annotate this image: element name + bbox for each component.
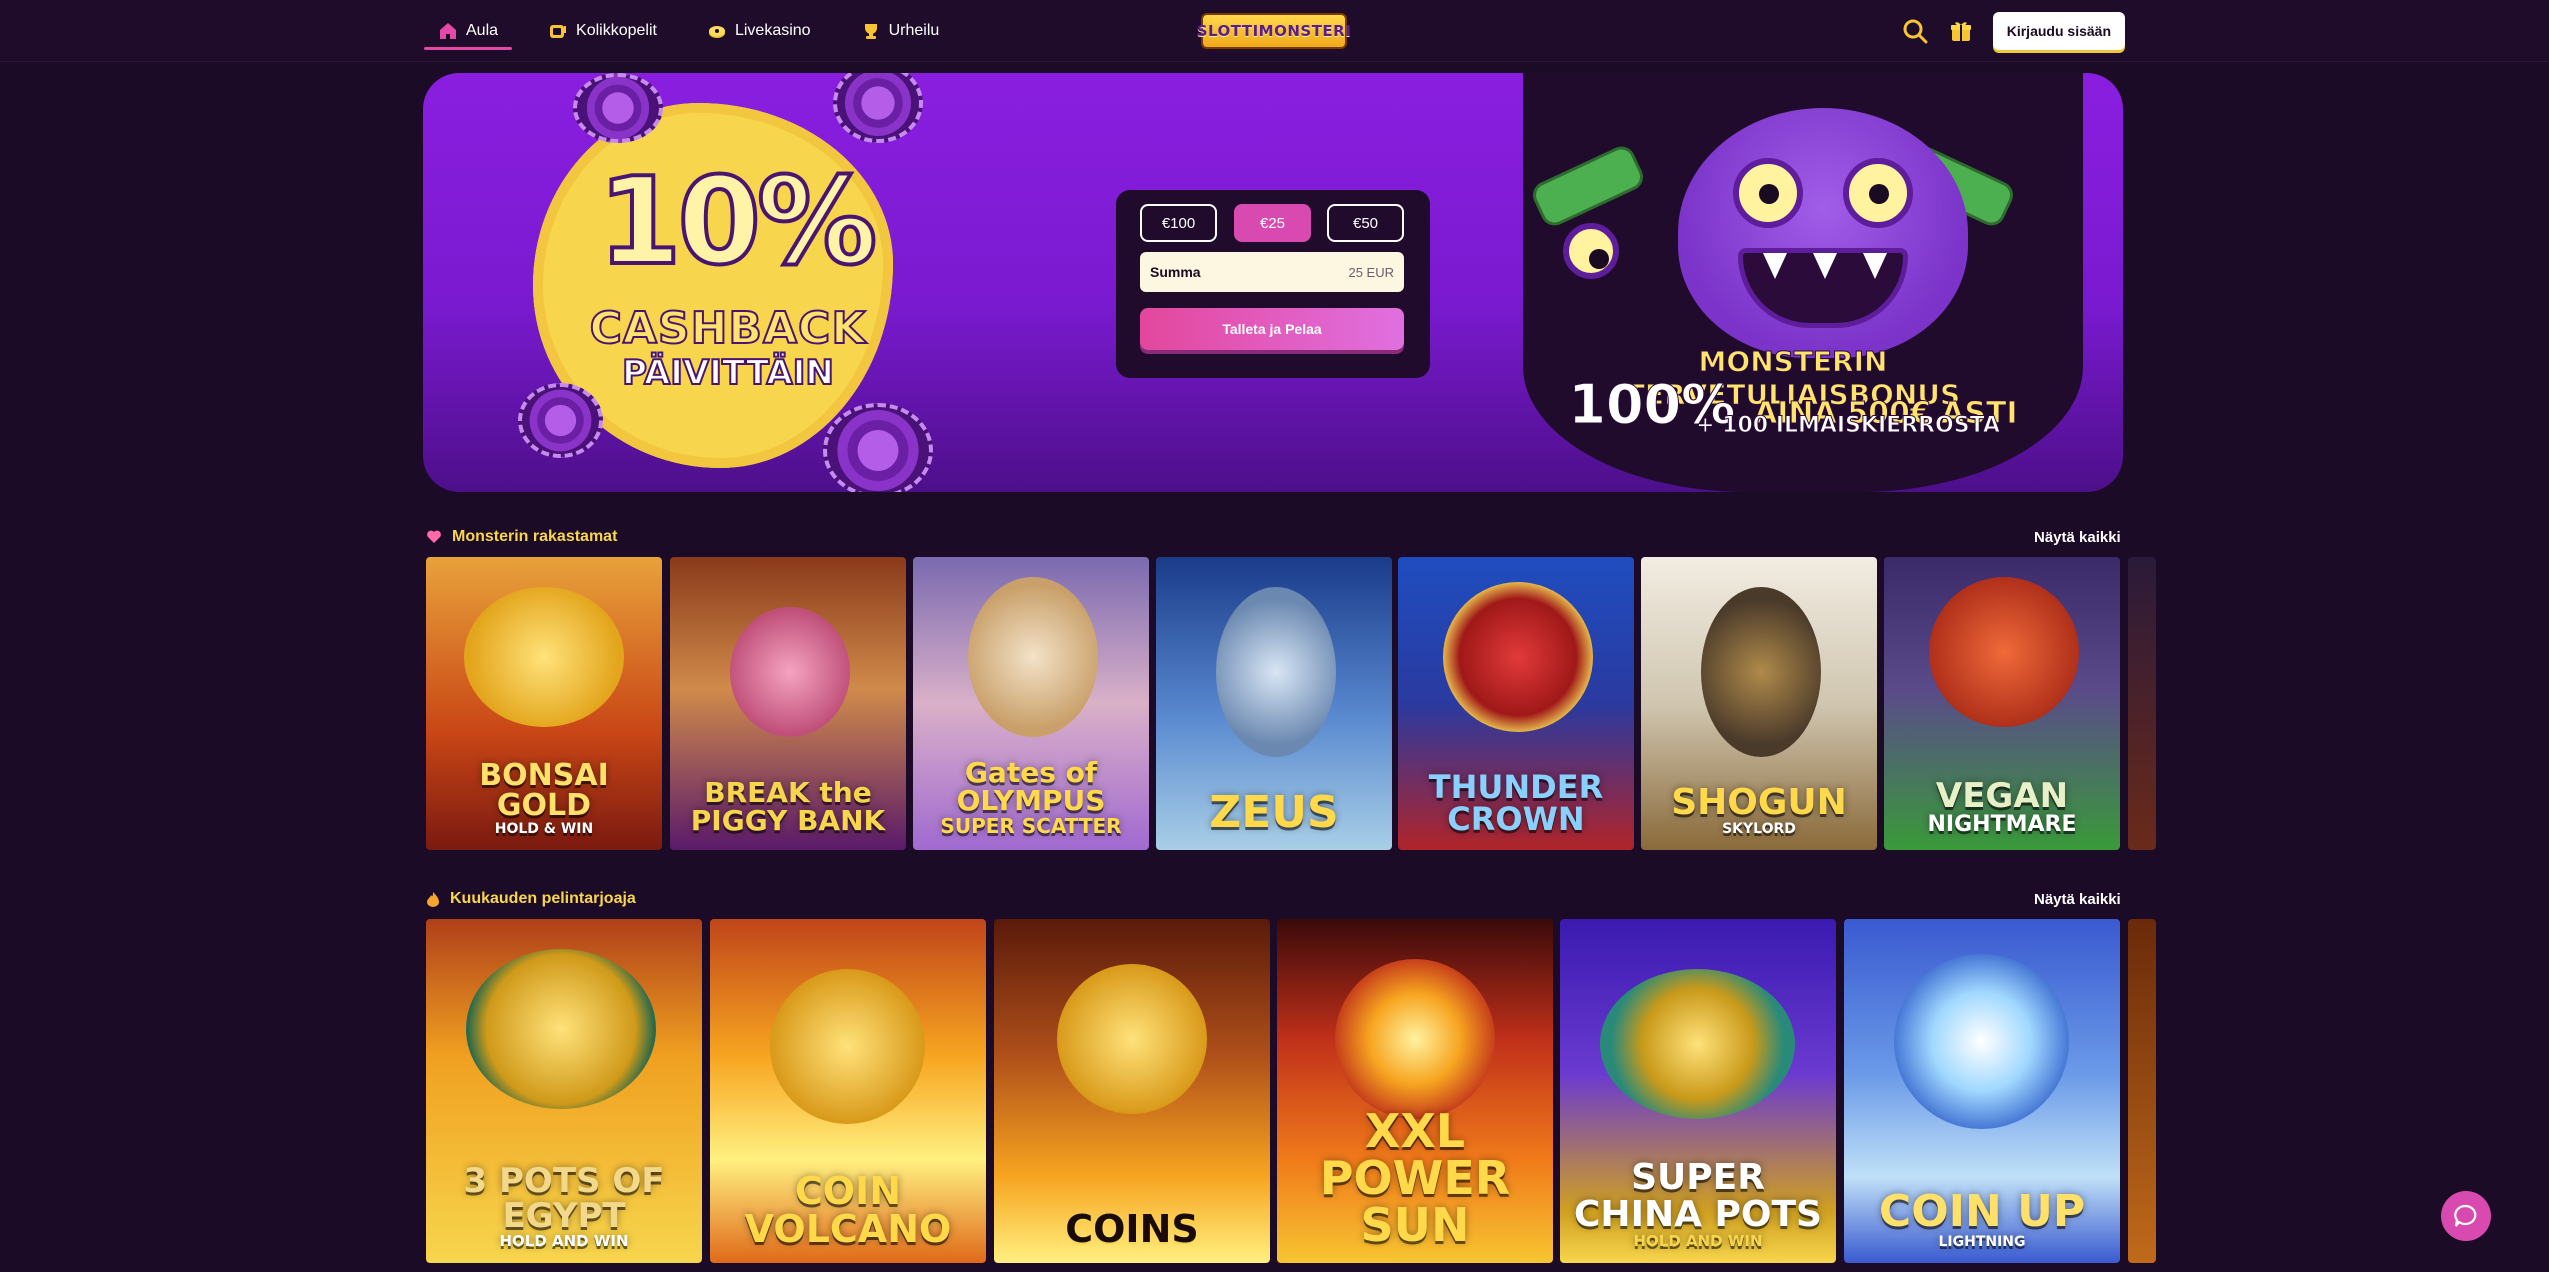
game-title: SHOGUN <box>1671 782 1847 824</box>
home-icon <box>440 23 456 39</box>
amount-input-value: 25 EUR <box>1348 264 1394 280</box>
main-nav: Aula Kolikkopelit Livekasino Urheilu <box>424 0 953 62</box>
game-tile[interactable]: COIN UP LIGHTNING <box>1844 919 2120 1263</box>
see-all-favorites-link[interactable]: Näytä kaikki <box>2034 529 2121 546</box>
monster-mascot <box>1678 108 1968 358</box>
quick-deposit-widget: €100 €25 €50 Summa 25 EUR Talleta ja Pel… <box>1116 190 1430 378</box>
coin-icon <box>1057 964 1207 1114</box>
section-title-favorites: Monsterin rakastamat <box>426 528 617 546</box>
coin-icon <box>770 969 925 1124</box>
game-tile[interactable]: 3 POTS OF EGYPT HOLD AND WIN <box>426 919 702 1263</box>
header-actions: Kirjaudu sisään <box>1901 0 2125 62</box>
game-art <box>1216 587 1336 757</box>
game-title: BREAK the PIGGY BANK <box>690 775 886 838</box>
game-tile-partial[interactable] <box>2128 557 2156 850</box>
game-subtitle: HOLD AND WIN <box>499 1231 629 1250</box>
game-art <box>1600 969 1795 1119</box>
game-title: Gates of OLYMPUS <box>956 755 1106 818</box>
sports-icon <box>864 24 877 39</box>
game-art <box>1701 587 1821 757</box>
game-art <box>466 949 656 1109</box>
monster-eye-icon <box>1843 158 1913 228</box>
login-button[interactable]: Kirjaudu sisään <box>1992 12 2125 50</box>
amount-option-50[interactable]: €50 <box>1327 204 1404 242</box>
monster-eye-icon <box>1563 223 1619 279</box>
search-button[interactable] <box>1901 17 1929 45</box>
nav-item-livekasino[interactable]: Livekasino <box>693 0 825 62</box>
game-title: BONSAI GOLD <box>479 757 609 824</box>
game-tile[interactable]: SUPER CHINA POTS HOLD AND WIN <box>1560 919 1836 1263</box>
monster-mouth <box>1738 248 1908 328</box>
amount-option-100[interactable]: €100 <box>1140 204 1217 242</box>
game-tile[interactable]: COINS <box>994 919 1270 1263</box>
game-tile[interactable]: Gates of OLYMPUS SUPER SCATTER <box>913 557 1149 850</box>
game-tile[interactable]: THUNDER CROWN <box>1398 557 1634 850</box>
game-art <box>968 577 1098 737</box>
casino-chip-icon <box>833 73 923 143</box>
game-subtitle: HOLD & WIN <box>494 820 594 837</box>
casino-chip-icon <box>823 403 933 492</box>
game-title: COIN UP <box>1878 1185 2086 1237</box>
see-all-provider-link[interactable]: Näytä kaikki <box>2034 891 2121 908</box>
nav-item-aula[interactable]: Aula <box>424 0 513 62</box>
top-header: Aula Kolikkopelit Livekasino Urheilu SLO… <box>0 0 2549 62</box>
game-subtitle: SKYLORD <box>1722 820 1796 837</box>
game-title: ZEUS <box>1209 787 1339 839</box>
amount-option-25[interactable]: €25 <box>1234 204 1311 242</box>
heart-icon <box>427 530 441 543</box>
game-title: VEGAN <box>1935 775 2069 816</box>
game-tile[interactable]: VEGAN NIGHTMARE <box>1884 557 2120 850</box>
hero-banner[interactable]: 10% CASHBACK PÄIVITTÄIN €100 €25 €50 Sum… <box>423 73 2123 492</box>
game-art <box>1929 577 2079 727</box>
game-art <box>1443 582 1593 732</box>
nav-item-kolikkopelit[interactable]: Kolikkopelit <box>534 0 671 62</box>
nav-item-label: Kolikkopelit <box>576 22 657 39</box>
gift-button[interactable] <box>1947 17 1975 45</box>
game-subtitle: HOLD AND WIN <box>1633 1231 1763 1250</box>
nav-item-urheilu[interactable]: Urheilu <box>847 0 954 62</box>
nav-item-label: Aula <box>466 22 499 39</box>
game-tile[interactable]: ZEUS <box>1156 557 1392 850</box>
casino-chip-icon <box>518 383 603 458</box>
live-casino-icon <box>708 26 725 38</box>
game-tile[interactable]: COIN VOLCANO <box>710 919 986 1263</box>
game-art <box>464 587 624 727</box>
game-tile[interactable]: XXL POWER SUN <box>1277 919 1553 1263</box>
cashback-title: CASHBACK <box>589 302 867 355</box>
search-icon <box>1903 19 1928 44</box>
site-logo[interactable]: SLOTTIMONSTERI <box>1197 13 1351 49</box>
game-title: COINS <box>1065 1207 1199 1252</box>
game-title: 3 POTS OF EGYPT <box>463 1161 665 1237</box>
live-chat-button[interactable] <box>2441 1191 2491 1241</box>
welcome-bonus-freespins: + 100 ILMAISKIERROSTA <box>1696 413 2001 439</box>
amount-input-label: Summa <box>1150 264 1201 280</box>
gift-icon <box>1950 22 1971 41</box>
game-subtitle: NIGHTMARE <box>1927 811 2077 837</box>
game-tile[interactable]: BREAK the PIGGY BANK <box>670 557 906 850</box>
cashback-subtitle: PÄIVITTÄIN <box>621 352 835 394</box>
section-title-provider-of-month: Kuukauden pelintarjoaja <box>426 890 636 908</box>
game-title: SUPER CHINA POTS <box>1574 1157 1822 1235</box>
game-subtitle: SUPER SCATTER <box>940 813 1122 838</box>
game-title: XXL POWER SUN <box>1319 1104 1511 1253</box>
sun-icon <box>1335 959 1495 1119</box>
nav-item-label: Livekasino <box>734 22 811 39</box>
slots-icon <box>550 25 567 38</box>
deposit-and-play-button[interactable]: Talleta ja Pelaa <box>1140 308 1404 350</box>
game-tile[interactable]: SHOGUN SKYLORD <box>1641 557 1877 850</box>
monster-eye-icon <box>1733 158 1803 228</box>
game-art <box>730 607 850 737</box>
game-tile[interactable]: BONSAI GOLD HOLD & WIN <box>426 557 662 850</box>
casino-chip-icon <box>573 73 663 143</box>
game-title: THUNDER CROWN <box>1428 767 1604 839</box>
flame-icon <box>427 892 439 907</box>
cashback-percentage: 10% <box>596 153 879 292</box>
chat-bubble-icon <box>2454 1204 2477 1227</box>
nav-item-label: Urheilu <box>888 22 940 39</box>
amount-input[interactable]: Summa 25 EUR <box>1140 252 1404 292</box>
game-title: COIN VOLCANO <box>744 1168 952 1252</box>
lightning-orb-icon <box>1894 954 2069 1129</box>
game-tile-partial[interactable] <box>2128 919 2156 1263</box>
